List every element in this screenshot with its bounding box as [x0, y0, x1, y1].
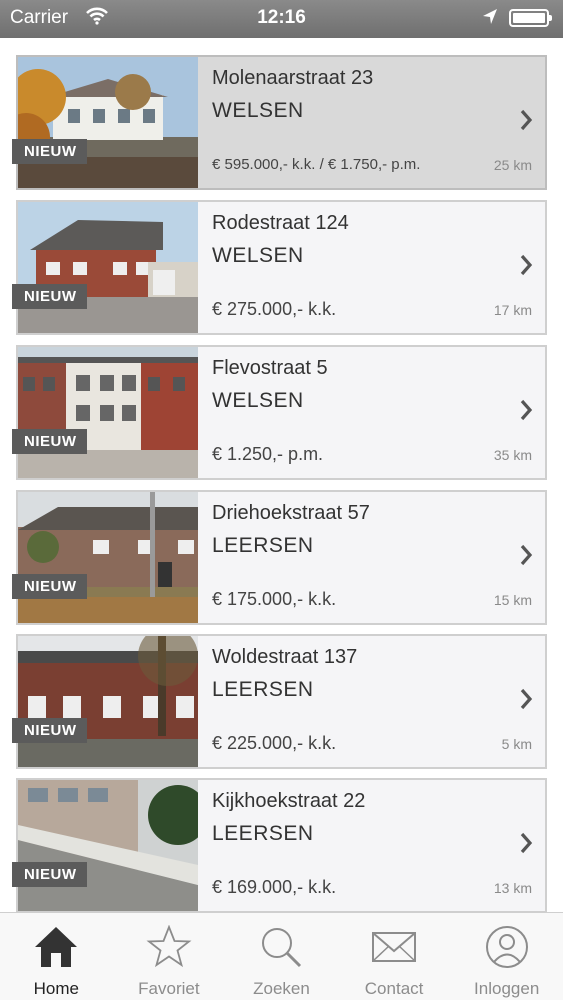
- listing-list[interactable]: NIEUW Molenaarstraat 23 WELSEN € 595.000…: [0, 38, 563, 912]
- listing-item[interactable]: NIEUW Molenaarstraat 23 WELSEN € 595.000…: [12, 55, 547, 190]
- listing-distance: 15 km: [493, 592, 532, 608]
- listing-price: € 275.000,- k.k.: [212, 299, 337, 319]
- listing-distance: 17 km: [493, 302, 532, 318]
- listing-city: WELSEN: [212, 244, 304, 267]
- tab-zoeken[interactable]: Zoeken: [225, 913, 338, 1000]
- tab-favoriet[interactable]: Favoriet: [113, 913, 226, 1000]
- listing-city: WELSEN: [212, 389, 304, 412]
- listing-city: LEERSEN: [212, 678, 314, 701]
- tab-inloggen[interactable]: Inloggen: [450, 913, 563, 1000]
- listing-item[interactable]: NIEUW Driehoekstraat 57 LEERSEN € 175.00…: [12, 490, 547, 625]
- listing-photo: [18, 202, 198, 333]
- listing-street: Woldestraat 137: [212, 646, 358, 668]
- listing-price: € 595.000,- k.k. / € 1.750,- p.m.: [212, 156, 421, 173]
- envelope-icon: [371, 925, 417, 974]
- listing-distance: 5 km: [501, 736, 532, 752]
- listing-photo: [18, 347, 198, 478]
- chevron-right-icon: [519, 832, 533, 859]
- listing-photo: [18, 57, 198, 188]
- user-icon: [484, 925, 530, 974]
- tab-label: Zoeken: [253, 979, 310, 998]
- new-badge: NIEUW: [12, 574, 87, 599]
- search-icon: [258, 925, 304, 974]
- clock: 12:16: [257, 7, 306, 28]
- chevron-right-icon: [519, 399, 533, 426]
- new-badge: NIEUW: [12, 429, 87, 454]
- listing-price: € 175.000,- k.k.: [212, 589, 337, 609]
- listing-street: Kijkhoekstraat 22: [212, 790, 366, 812]
- tab-home[interactable]: Home: [0, 913, 113, 1000]
- listing-item[interactable]: NIEUW Woldestraat 137 LEERSEN € 225.000,…: [12, 634, 547, 769]
- star-icon: [146, 924, 192, 974]
- listing-distance: 25 km: [493, 157, 532, 173]
- listing-photo: [18, 492, 198, 623]
- status-bar: Carrier 12:16: [0, 0, 563, 38]
- listing-street: Flevostraat 5: [212, 357, 328, 379]
- listing-street: Rodestraat 124: [212, 212, 349, 234]
- new-badge: NIEUW: [12, 862, 87, 887]
- listing-street: Molenaarstraat 23: [212, 67, 374, 89]
- listing-item[interactable]: NIEUW Flevostraat 5 WELSEN € 1.250,- p.m…: [12, 345, 547, 480]
- tab-label: Home: [33, 979, 79, 998]
- new-badge: NIEUW: [12, 139, 87, 164]
- new-badge: NIEUW: [12, 284, 87, 309]
- listing-item[interactable]: NIEUW Rodestraat 124 WELSEN € 275.000,- …: [12, 200, 547, 335]
- listing-photo: [18, 780, 198, 911]
- battery-icon: [509, 9, 552, 27]
- listing-item[interactable]: NIEUW Kijkhoekstraat 22 LEERSEN € 169.00…: [12, 778, 547, 912]
- chevron-right-icon: [519, 254, 533, 281]
- tab-label: Contact: [364, 979, 424, 998]
- chevron-right-icon: [519, 109, 533, 136]
- new-badge: NIEUW: [12, 718, 87, 743]
- location-arrow-icon: [482, 8, 498, 31]
- listing-city: LEERSEN: [212, 822, 314, 845]
- listing-city: LEERSEN: [212, 534, 314, 557]
- listing-distance: 35 km: [493, 447, 532, 463]
- listing-price: € 1.250,- p.m.: [212, 444, 324, 464]
- tab-label: Favoriet: [138, 979, 200, 998]
- listing-photo: [18, 636, 198, 767]
- listing-price: € 169.000,- k.k.: [212, 877, 337, 897]
- chevron-right-icon: [519, 544, 533, 571]
- listing-city: WELSEN: [212, 99, 304, 122]
- tab-contact[interactable]: Contact: [338, 913, 451, 1000]
- listing-price: € 225.000,- k.k.: [212, 733, 337, 753]
- listing-street: Driehoekstraat 57: [212, 502, 370, 524]
- listing-distance: 13 km: [493, 880, 532, 896]
- chevron-right-icon: [519, 688, 533, 715]
- tab-label: Inloggen: [474, 979, 540, 998]
- home-icon: [33, 925, 79, 974]
- tab-bar: Home Favoriet Zoeken Contact Inloggen: [0, 912, 563, 1000]
